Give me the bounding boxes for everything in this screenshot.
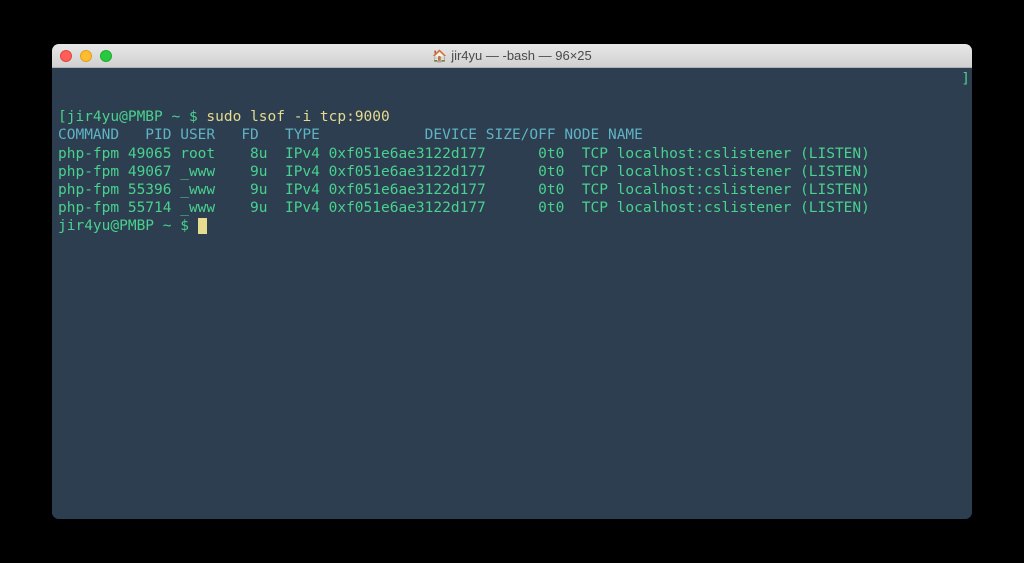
prompt-open-bracket: [ [58, 109, 67, 125]
prompt-line-2: jir4yu@PMBP ~ $ [58, 217, 966, 235]
output-row: php-fpm 49067 _www 9u IPv4 0xf051e6ae312… [58, 163, 966, 181]
traffic-lights [60, 50, 112, 62]
terminal-body[interactable]: ][jir4yu@PMBP ~ $ sudo lsof -i tcp:9000C… [52, 68, 972, 519]
prompt-userhost: jir4yu@PMBP ~ $ [58, 218, 198, 234]
prompt-userhost: jir4yu@PMBP ~ $ [67, 109, 207, 125]
titlebar[interactable]: 🏠 jir4yu — -bash — 96×25 [52, 44, 972, 68]
home-icon: 🏠 [432, 49, 447, 63]
cursor [198, 218, 207, 234]
terminal-window: 🏠 jir4yu — -bash — 96×25 ][jir4yu@PMBP ~… [52, 44, 972, 519]
window-title: 🏠 jir4yu — -bash — 96×25 [432, 48, 592, 63]
output-row: php-fpm 49065 root 8u IPv4 0xf051e6ae312… [58, 145, 966, 163]
command-text: sudo lsof -i tcp:9000 [206, 109, 389, 125]
prompt-line-1: [jir4yu@PMBP ~ $ sudo lsof -i tcp:9000 [58, 108, 966, 126]
window-title-text: jir4yu — -bash — 96×25 [451, 48, 592, 63]
maximize-button[interactable] [100, 50, 112, 62]
close-button[interactable] [60, 50, 72, 62]
minimize-button[interactable] [80, 50, 92, 62]
scroll-indicator: ] [961, 70, 970, 88]
output-header: COMMAND PID USER FD TYPE DEVICE SIZE/OFF… [58, 126, 966, 144]
output-row: php-fpm 55396 _www 9u IPv4 0xf051e6ae312… [58, 181, 966, 199]
output-row: php-fpm 55714 _www 9u IPv4 0xf051e6ae312… [58, 199, 966, 217]
